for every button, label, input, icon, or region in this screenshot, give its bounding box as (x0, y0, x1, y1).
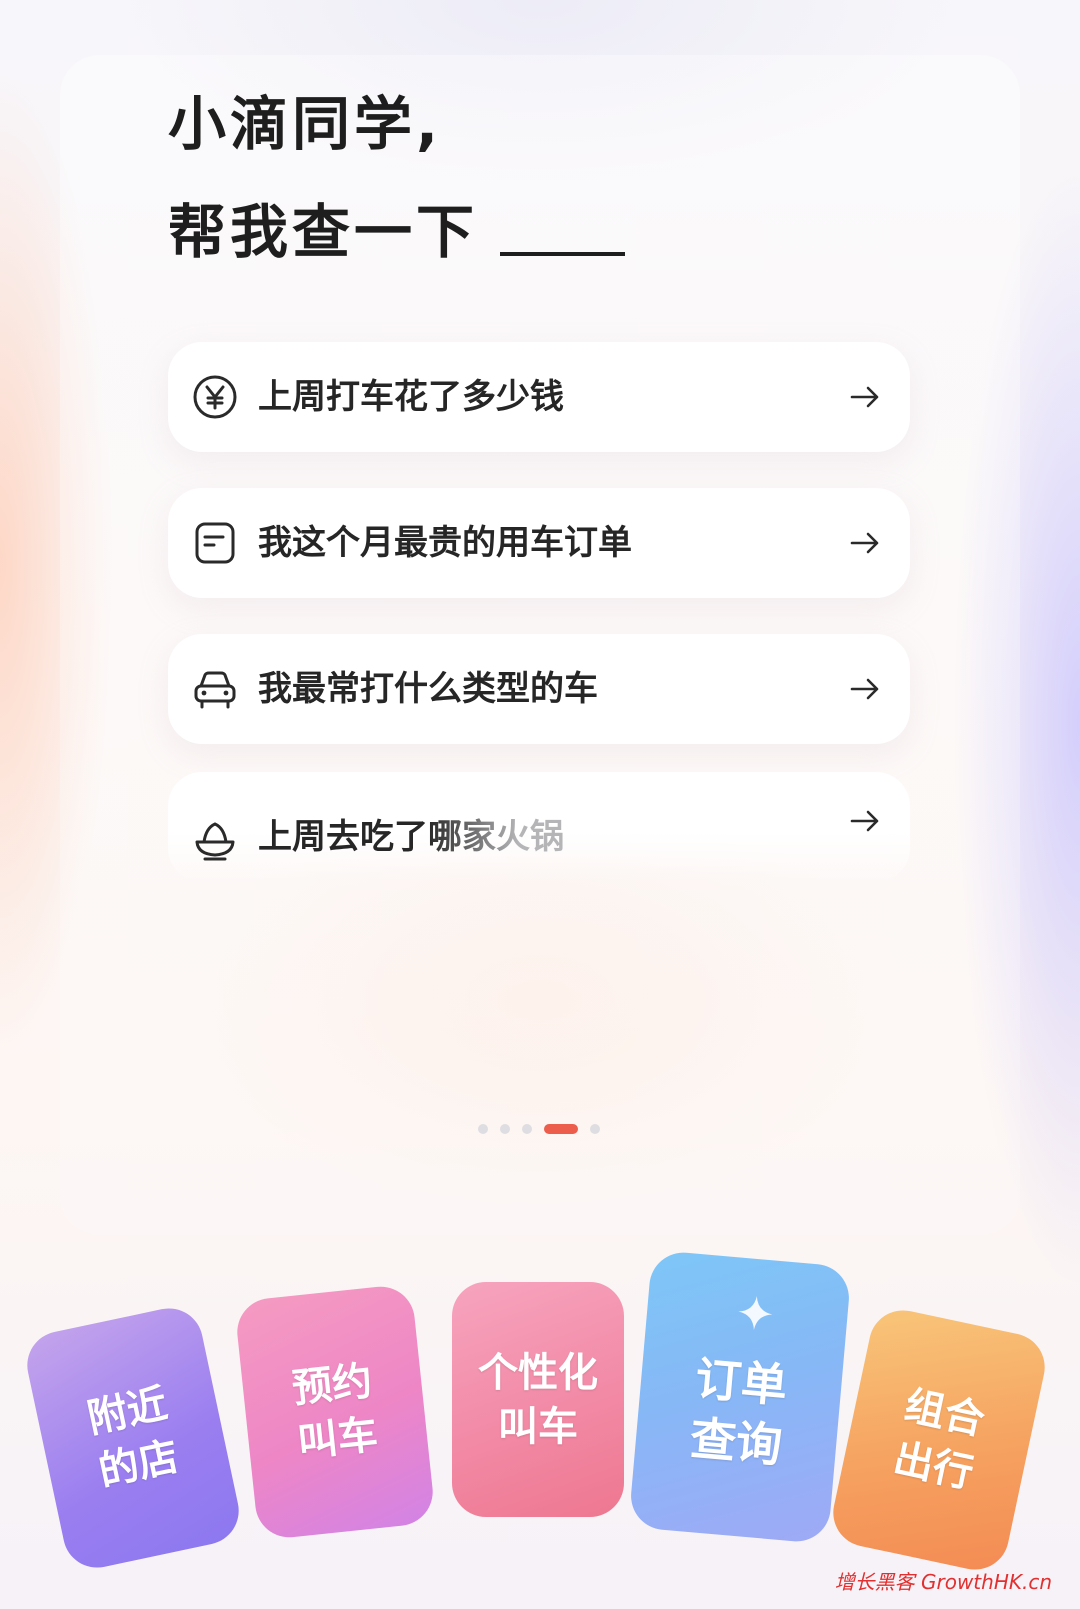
arrow-right-icon (850, 810, 879, 832)
pagination-dot[interactable] (522, 1124, 532, 1134)
pagination-dot[interactable] (590, 1124, 600, 1134)
pagination-dot-active[interactable] (544, 1124, 578, 1134)
tile-scheduled-ride[interactable]: 预约 叫车 (233, 1283, 437, 1541)
query-card-priciest-order[interactable]: 我这个月最贵的用车订单 (168, 488, 910, 598)
tile-personalized-ride[interactable]: 个性化 叫车 (452, 1282, 624, 1517)
query-label: 我这个月最贵的用车订单 (258, 523, 632, 563)
assistant-headline: 小滴同学, 帮我查一下 (168, 70, 626, 286)
arrow-right-icon (850, 386, 879, 408)
tile-label: 订单 查询 (687, 1351, 790, 1473)
arrow-right-icon (850, 532, 879, 554)
sparkle-icon (738, 1296, 773, 1330)
car-icon (194, 671, 236, 709)
tile-label: 个性化 叫车 (478, 1349, 598, 1450)
query-card-hotpot[interactable]: 上周去吃了哪家火锅 (168, 772, 910, 882)
tile-label: 预约 叫车 (289, 1358, 381, 1466)
pagination-dot[interactable] (500, 1124, 510, 1134)
query-card-weekly-spend[interactable]: 上周打车花了多少钱 (168, 342, 910, 452)
query-label: 上周去吃了哪家火锅 (258, 782, 564, 892)
watermark: 增长黑客 GrowthHK.cn (834, 1570, 1052, 1594)
headline-prompt: 帮我查一下 (168, 178, 626, 286)
blank-underline (500, 251, 626, 256)
tile-order-lookup[interactable]: 订单 查询 (628, 1249, 852, 1545)
headline-prompt-text: 帮我查一下 (168, 198, 479, 266)
hotpot-bowl-icon (195, 822, 235, 861)
pagination-dot[interactable] (478, 1124, 488, 1134)
tile-label: 附近 的店 (83, 1380, 183, 1496)
query-label: 我最常打什么类型的车 (258, 669, 598, 709)
query-label: 上周打车花了多少钱 (258, 377, 564, 417)
query-card-car-type[interactable]: 我最常打什么类型的车 (168, 634, 910, 744)
receipt-icon (195, 522, 235, 564)
yuan-coin-icon (193, 375, 237, 419)
headline-greeting: 小滴同学, (168, 90, 443, 158)
arrow-right-icon (850, 678, 879, 700)
tile-label: 组合 出行 (889, 1382, 989, 1498)
